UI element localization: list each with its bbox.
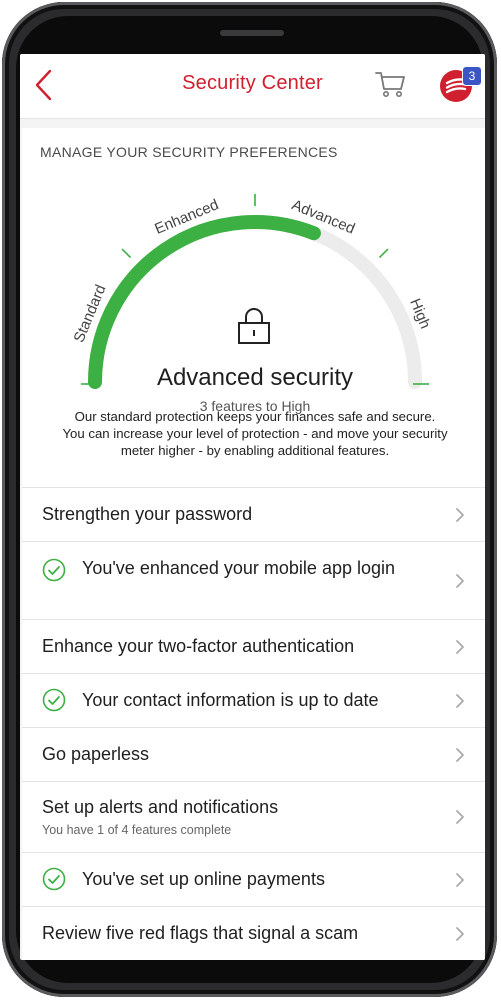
item-label: Set up alerts and notifications xyxy=(42,797,279,817)
chevron-right-icon xyxy=(456,748,464,762)
list-item-mobile-login[interactable]: You've enhanced your mobile app login xyxy=(22,542,485,620)
item-label: Go paperless xyxy=(42,744,150,764)
list-item-strengthen-password[interactable]: Strengthen your password xyxy=(22,488,485,542)
phone-speaker xyxy=(220,30,284,36)
list-item-alerts[interactable]: Set up alerts and notifications You have… xyxy=(22,782,485,853)
chevron-right-icon xyxy=(456,694,464,708)
security-level: Advanced security xyxy=(156,364,354,391)
app-header: Security Center 3 xyxy=(20,54,485,119)
security-card: MANAGE YOUR SECURITY PREFERENCES Standar… xyxy=(22,128,485,960)
list-item-paperless[interactable]: Go paperless xyxy=(22,728,485,782)
item-sublabel: You have 1 of 4 features complete xyxy=(42,823,232,837)
security-description: Our standard protection keeps your finan… xyxy=(62,409,448,458)
security-actions-list: Strengthen your password You've enhanced… xyxy=(22,487,485,960)
gauge-tick xyxy=(121,248,132,259)
chevron-right-icon xyxy=(456,810,464,824)
list-item-two-factor[interactable]: Enhance your two-factor authentication xyxy=(22,620,485,674)
item-label: Strengthen your password xyxy=(42,504,253,524)
gauge-tick xyxy=(378,248,389,259)
app-screen: Security Center 3 MANAGE YOUR SECURITY P… xyxy=(20,54,485,960)
check-circle-icon xyxy=(42,688,66,712)
profile-button[interactable]: 3 xyxy=(438,66,482,106)
chevron-right-icon xyxy=(456,927,464,941)
gauge-fill xyxy=(88,214,321,389)
item-label: Enhance your two-factor authentication xyxy=(42,636,355,656)
lock-icon xyxy=(236,306,272,346)
section-title: MANAGE YOUR SECURITY PREFERENCES xyxy=(40,144,338,160)
list-item-red-flags[interactable]: Review five red flags that signal a scam xyxy=(22,907,485,960)
chevron-right-icon xyxy=(456,873,464,887)
chevron-right-icon xyxy=(456,640,464,654)
gauge-track xyxy=(88,215,422,389)
security-meter: Standard Enhanced Advanced High Advanced se… xyxy=(22,168,485,414)
item-label: Review five red flags that signal a scam xyxy=(42,923,359,943)
chevron-right-icon xyxy=(456,508,464,522)
check-circle-icon xyxy=(42,558,66,582)
item-label: You've enhanced your mobile app login xyxy=(82,558,396,578)
list-item-online-payments[interactable]: You've set up online payments xyxy=(22,853,485,907)
phone-frame: Security Center 3 MANAGE YOUR SECURITY P… xyxy=(2,2,497,997)
notification-badge: 3 xyxy=(462,66,482,86)
list-item-contact-info[interactable]: Your contact information is up to date xyxy=(22,674,485,728)
item-label: You've set up online payments xyxy=(82,869,325,889)
item-label: Your contact information is up to date xyxy=(82,690,379,710)
cart-button[interactable] xyxy=(374,68,408,100)
chevron-right-icon xyxy=(456,574,464,588)
page-title: Security Center xyxy=(182,72,323,94)
check-circle-icon xyxy=(42,867,66,891)
cart-icon xyxy=(375,72,405,97)
